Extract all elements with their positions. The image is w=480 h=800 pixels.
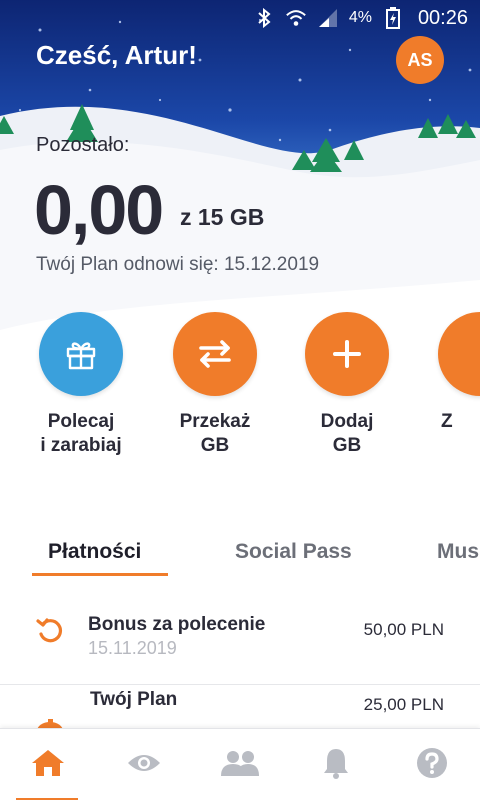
hero-banner: 4% 00:26 Cześć, Artur! AS Pozostało: 0,0… [0, 0, 480, 516]
tab-payments[interactable]: Płatności [48, 540, 141, 564]
home-icon [30, 748, 66, 783]
plan-renewal-date: Twój Plan odnowi się: 15.12.2019 [36, 254, 320, 275]
status-bar: 4% 00:26 [0, 0, 480, 36]
nav-notifications[interactable] [288, 729, 384, 800]
refund-icon [34, 614, 66, 646]
nav-discover[interactable] [96, 729, 192, 800]
battery-charging-icon [382, 7, 404, 29]
help-icon [416, 747, 448, 784]
clock: 00:26 [417, 6, 468, 29]
payment-title: Bonus za polecenie [88, 614, 266, 635]
data-balance-value: 0,00 [34, 171, 164, 249]
action-label: Z [441, 411, 453, 432]
data-quota: z 15 GB [180, 204, 265, 230]
action-label: Przekaż GB [179, 411, 251, 456]
people-icon [221, 749, 259, 782]
avatar[interactable]: AS [396, 36, 444, 84]
payment-amount: 25,00 PLN [363, 695, 444, 714]
gift-icon [39, 312, 123, 396]
action-label: Polecaj i zarabiaj [40, 411, 122, 456]
nav-home[interactable] [0, 729, 96, 800]
battery-percentage: 4% [348, 9, 372, 26]
tab-social-pass[interactable]: Social Pass [235, 540, 352, 564]
payment-amount: 50,00 PLN [363, 620, 444, 639]
bell-icon [322, 747, 350, 784]
nav-social[interactable] [192, 729, 288, 800]
transfer-gb-button[interactable]: Przekaż GB [140, 312, 290, 458]
active-tab-indicator [32, 573, 168, 576]
list-item[interactable]: Twój Plan 25,00 PLN [0, 685, 480, 728]
signal-icon [317, 7, 339, 29]
partial-action-button[interactable]: Z [372, 312, 480, 434]
partial-action-icon [438, 312, 480, 396]
eye-icon [126, 751, 162, 780]
transfer-icon [173, 312, 257, 396]
remaining-label: Pozostało: [36, 134, 130, 156]
tab-bar: Płatności Social Pass Mus [0, 516, 480, 578]
nav-help[interactable] [384, 729, 480, 800]
greeting: Cześć, Artur! [36, 40, 197, 70]
payments-list: Bonus za polecenie 15.11.2019 50,00 PLN … [0, 578, 480, 728]
payment-title: Twój Plan [90, 689, 178, 710]
wifi-icon [285, 7, 307, 29]
refer-and-earn-button[interactable]: Polecaj i zarabiaj [6, 312, 156, 458]
list-item[interactable]: Bonus za polecenie 15.11.2019 50,00 PLN [0, 578, 480, 684]
bottom-navigation [0, 728, 480, 800]
piggy-bank-icon [34, 713, 66, 728]
payment-date: 15.11.2019 [88, 638, 177, 658]
bluetooth-icon [253, 7, 275, 29]
tab-music[interactable]: Mus [437, 540, 479, 564]
